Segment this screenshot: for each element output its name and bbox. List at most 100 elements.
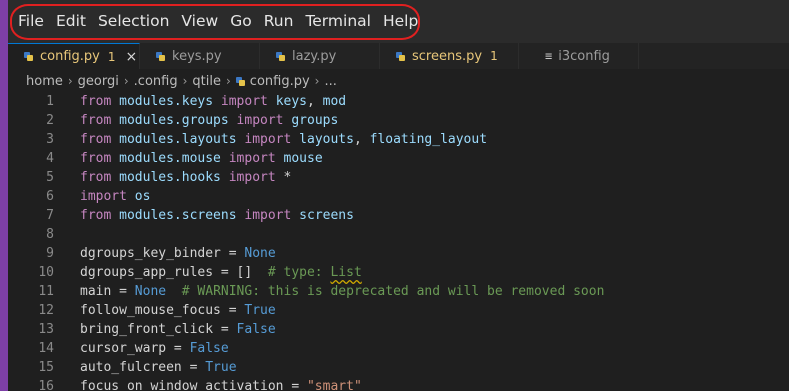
text-file-icon: ≡ [545, 49, 553, 63]
code-token: from [80, 151, 120, 166]
line-code: main = None # WARNING: this is deprecate… [54, 282, 604, 301]
chevron-right-icon: › [123, 74, 129, 88]
code-line[interactable]: 5 from modules.hooks import * [8, 168, 789, 187]
code-token: modules.keys [119, 94, 214, 109]
tab-problem-count: 1 [107, 49, 116, 64]
tab-label: lazy.py [292, 48, 337, 64]
breadcrumb-item[interactable]: config.py [250, 74, 310, 89]
line-number: 13 [38, 322, 54, 337]
code-line[interactable]: 12 follow_mouse_focus = True [8, 301, 789, 320]
line-number: 15 [38, 360, 54, 375]
code-token: os [134, 189, 151, 204]
line-code: import os [54, 187, 150, 206]
line-code: from modules.hooks import * [54, 168, 291, 187]
code-token: , [307, 94, 323, 109]
menu-edit[interactable]: Edit [50, 0, 92, 43]
code-token: False [189, 341, 229, 356]
line-code: auto_fulcreen = True [54, 358, 237, 377]
code-token: , [353, 132, 370, 147]
code-line[interactable]: 9 dgroups_key_binder = None [8, 244, 789, 263]
code-line[interactable]: 15 auto_fulcreen = True [8, 358, 789, 377]
code-line[interactable]: 8 [8, 225, 789, 244]
breadcrumb-item[interactable]: qtile [192, 74, 221, 89]
code-token: modules.mouse [119, 151, 221, 166]
code-token: floating_layout [369, 132, 488, 147]
breadcrumb-item[interactable]: home [26, 74, 63, 89]
python-icon [276, 51, 285, 61]
line-number: 11 [38, 284, 54, 299]
code-line[interactable]: 11 main = None # WARNING: this is depreca… [8, 282, 789, 301]
python-icon [156, 51, 165, 61]
code-token: bring_front_click = [80, 322, 237, 337]
breadcrumb-item[interactable]: georgi [78, 74, 119, 89]
line-number: 12 [38, 303, 54, 318]
code-token: mouse [283, 151, 323, 166]
code-line[interactable]: 6 import os [8, 187, 789, 206]
code-token: mod [322, 94, 347, 109]
tab-label: keys.py [172, 48, 222, 64]
chevron-right-icon: › [182, 74, 188, 88]
line-number: 16 [38, 379, 54, 391]
editor-window: File Edit Selection View Go Run Terminal… [8, 0, 789, 391]
code-line[interactable]: 4 from modules.mouse import mouse [8, 149, 789, 168]
line-code: from modules.mouse import mouse [54, 149, 323, 168]
line-code: dgroups_app_rules = [] # type: List [54, 263, 362, 282]
tab-problem-count: 1 [490, 49, 498, 63]
code-token: layouts [299, 132, 354, 147]
tab-i3config[interactable]: ≡ i3config [519, 43, 639, 69]
tab-label: screens.py [412, 48, 483, 64]
line-code: cursor_warp = False [54, 339, 229, 358]
code-line[interactable]: 1 from modules.keys import keys, mod [8, 92, 789, 111]
code-token: import [236, 208, 300, 223]
tab-keys-py[interactable]: keys.py [140, 43, 260, 69]
menu-view[interactable]: View [175, 0, 224, 43]
breadcrumb-item[interactable]: ... [324, 74, 336, 89]
line-number: 9 [46, 246, 54, 261]
menu-selection[interactable]: Selection [92, 0, 175, 43]
code-line[interactable]: 10 dgroups_app_rules = [] # type: List [8, 263, 789, 282]
code-line[interactable]: 13 bring_front_click = False [8, 320, 789, 339]
code-token: * [283, 170, 292, 185]
chevron-right-icon: › [314, 74, 320, 88]
tab-screens-py[interactable]: screens.py 1 [380, 43, 519, 69]
line-code: dgroups_key_binder = None [54, 244, 276, 263]
line-code: bring_front_click = False [54, 320, 276, 339]
breadcrumb: home › georgi › .config › qtile › config… [26, 71, 337, 91]
code-token: from [80, 208, 120, 223]
line-code: follow_mouse_focus = True [54, 301, 276, 320]
code-token: from [80, 113, 120, 128]
chevron-right-icon: › [225, 74, 231, 88]
line-number: 10 [38, 265, 54, 280]
tab-label: i3config [558, 48, 610, 64]
code-line[interactable]: 7 from modules.screens import screens [8, 206, 789, 225]
code-token: True [205, 360, 237, 375]
code-token: cursor_warp = [80, 341, 190, 356]
close-icon[interactable]: × [126, 49, 138, 65]
line-number: 1 [46, 94, 54, 109]
code-line[interactable]: 16 focus_on_window_activation = "smart" [8, 377, 789, 391]
python-icon [396, 51, 405, 61]
code-token: modules.groups [119, 113, 229, 128]
line-code: from modules.screens import screens [54, 206, 354, 225]
menu-terminal[interactable]: Terminal [299, 0, 377, 43]
python-icon [235, 76, 245, 86]
menu-help[interactable]: Help [377, 0, 424, 43]
menu-run[interactable]: Run [258, 0, 300, 43]
code-token: "smart" [306, 379, 362, 391]
menu-bar: File Edit Selection View Go Run Terminal… [8, 0, 789, 43]
code-editor[interactable]: 1 from modules.keys import keys, mod 2 from… [8, 92, 789, 391]
menu-go[interactable]: Go [224, 0, 258, 43]
code-line[interactable]: 3 from modules.layouts import layouts, fl… [8, 130, 789, 149]
line-number: 5 [46, 170, 54, 185]
tab-lazy-py[interactable]: lazy.py [260, 43, 380, 69]
line-number: 14 [38, 341, 54, 356]
line-number: 3 [46, 132, 54, 147]
code-line[interactable]: 14 cursor_warp = False [8, 339, 789, 358]
breadcrumb-item[interactable]: .config [134, 74, 178, 89]
code-token: import [220, 151, 284, 166]
code-line[interactable]: 2 from modules.groups import groups [8, 111, 789, 130]
menu-file[interactable]: File [12, 0, 50, 43]
tab-config-py[interactable]: config.py 1 × [8, 43, 140, 69]
code-token: focus_on_window_activation = [80, 379, 307, 391]
